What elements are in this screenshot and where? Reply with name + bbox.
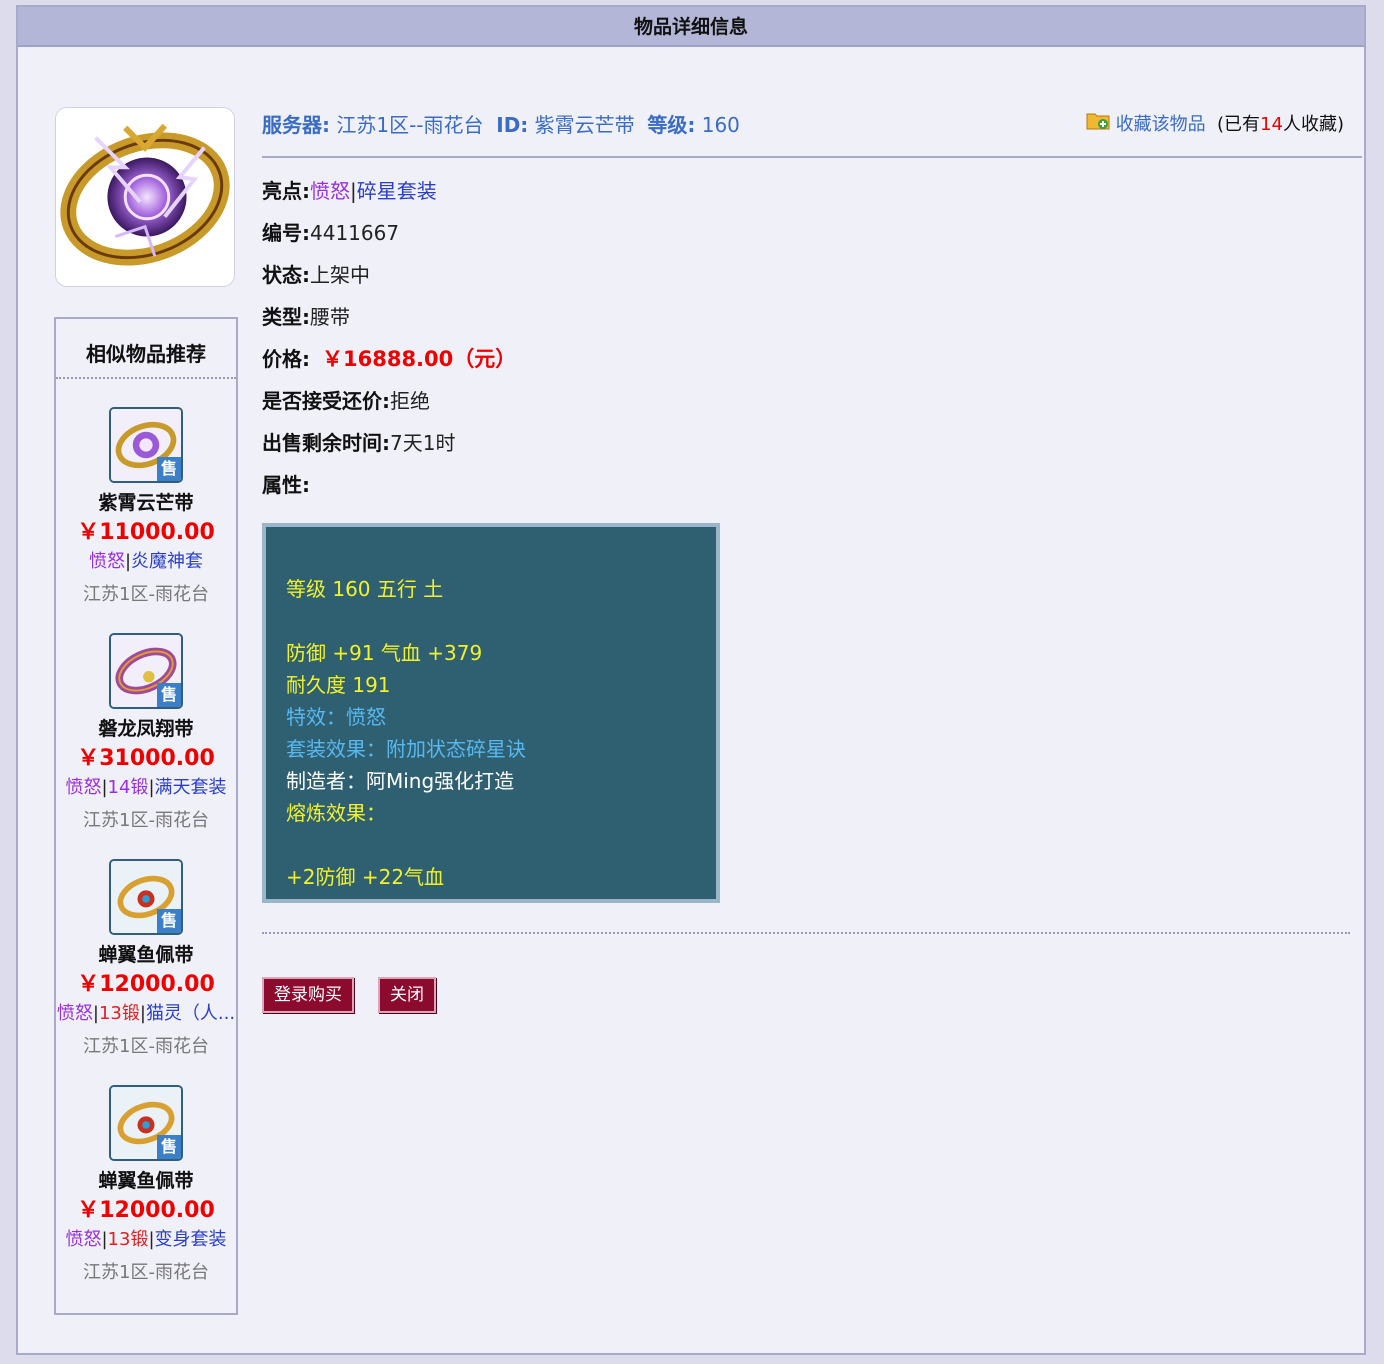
item-price: ￥12000.00 bbox=[77, 972, 215, 997]
item-header: 服务器: 江苏1区--雨花台 ID: 紫霄云芒带 等级: 160 收藏该物品 (… bbox=[262, 108, 1362, 158]
item-price: ￥31000.00 bbox=[77, 746, 215, 771]
number-row: 编号:4411667 bbox=[262, 221, 400, 245]
favorite-suffix: 人收藏) bbox=[1282, 114, 1344, 135]
item-name[interactable]: 蝉翼鱼佩带 bbox=[56, 941, 236, 969]
item-server: 江苏1区-雨花台 bbox=[83, 810, 209, 831]
attr-line: 套装效果：附加状态碎星诀 bbox=[286, 737, 526, 761]
item-name[interactable]: 蝉翼鱼佩带 bbox=[56, 1167, 236, 1195]
price-row: 价格: ￥16888.00（元） bbox=[262, 347, 517, 371]
belt-item-icon[interactable]: 售 bbox=[109, 859, 183, 935]
highlight-tag[interactable]: 碎星套装 bbox=[357, 179, 437, 203]
list-item[interactable]: 售 蝉翼鱼佩带 ￥12000.00 愤怒|13锻|猫灵（人... 江苏1区-雨花… bbox=[56, 859, 236, 1059]
item-tags: 愤怒|13锻|猫灵（人... bbox=[56, 1003, 236, 1024]
item-tags: 愤怒|炎魔神套 bbox=[88, 551, 204, 572]
item-details: 亮点:愤怒|碎星套装 编号:4411667 状态:上架中 类型:腰带 价格: ￥1… bbox=[262, 170, 962, 506]
attributes-row: 属性: bbox=[262, 473, 310, 497]
status-row: 状态:上架中 bbox=[262, 263, 370, 287]
attr-line: 等级 160 五行 土 bbox=[286, 577, 444, 601]
similar-items-panel: 相似物品推荐 售 紫霄云芒带 ￥11000.00 愤怒|炎魔神套 江苏1区-雨花… bbox=[54, 317, 238, 1315]
id-value: 紫霄云芒带 bbox=[534, 113, 635, 137]
item-server: 江苏1区-雨花台 bbox=[83, 1262, 209, 1283]
id-label: ID: bbox=[496, 113, 529, 137]
similar-items-title: 相似物品推荐 bbox=[56, 319, 236, 379]
favorite-prefix: (已有 bbox=[1217, 114, 1261, 135]
remaining-time-row: 出售剩余时间:7天1时 bbox=[262, 431, 456, 455]
sale-badge: 售 bbox=[157, 1135, 181, 1159]
item-name[interactable]: 紫霄云芒带 bbox=[56, 489, 236, 517]
belt-item-icon[interactable]: 售 bbox=[109, 633, 183, 709]
level-label: 等级: bbox=[647, 113, 696, 137]
sale-badge: 售 bbox=[157, 457, 181, 481]
type-row: 类型:腰带 bbox=[262, 305, 350, 329]
item-tags: 愤怒|13锻|变身套装 bbox=[65, 1229, 227, 1250]
highlight-row: 亮点:愤怒|碎星套装 bbox=[262, 179, 437, 203]
list-item[interactable]: 售 蝉翼鱼佩带 ￥12000.00 愤怒|13锻|变身套装 江苏1区-雨花台 bbox=[56, 1085, 236, 1285]
list-item[interactable]: 售 磐龙凤翔带 ￥31000.00 愤怒|14锻|满天套装 江苏1区-雨花台 bbox=[56, 633, 236, 833]
sale-badge: 售 bbox=[157, 683, 181, 707]
list-item[interactable]: 售 紫霄云芒带 ￥11000.00 愤怒|炎魔神套 江苏1区-雨花台 bbox=[56, 407, 236, 607]
item-name[interactable]: 磐龙凤翔带 bbox=[56, 715, 236, 743]
attr-line: 制造者：阿Ming强化打造 bbox=[286, 769, 515, 793]
item-price: ￥11000.00 bbox=[77, 520, 215, 545]
item-tags: 愤怒|14锻|满天套装 bbox=[65, 777, 227, 798]
level-value: 160 bbox=[701, 113, 740, 137]
attributes-box: 等级 160 五行 土 防御 +91 气血 +379 耐久度 191 特效：愤怒… bbox=[262, 523, 720, 903]
folder-add-icon[interactable] bbox=[1086, 108, 1110, 142]
server-value: 江苏1区--雨花台 bbox=[336, 113, 484, 137]
attr-line: 耐久度 191 bbox=[286, 673, 391, 697]
item-server: 江苏1区-雨花台 bbox=[83, 1036, 209, 1057]
attr-line: 熔炼效果： bbox=[286, 801, 386, 825]
belt-item-icon[interactable]: 售 bbox=[109, 407, 183, 483]
server-label: 服务器: bbox=[262, 113, 330, 137]
divider bbox=[262, 932, 1350, 934]
sale-badge: 售 bbox=[157, 909, 181, 933]
login-buy-button[interactable]: 登录购买 bbox=[262, 977, 354, 1013]
favorite-link[interactable]: 收藏该物品 bbox=[1116, 114, 1206, 135]
close-button[interactable]: 关闭 bbox=[378, 977, 436, 1013]
attr-line: 防御 +91 气血 +379 bbox=[286, 641, 483, 665]
favorite-count: 14 bbox=[1260, 114, 1283, 135]
attr-line: 特效：愤怒 bbox=[286, 705, 386, 729]
favorite-area: 收藏该物品 (已有14人收藏) bbox=[1086, 108, 1344, 142]
attr-line: +2防御 +22气血 bbox=[286, 865, 445, 889]
page-title: 物品详细信息 bbox=[18, 7, 1364, 47]
highlight-tag[interactable]: 愤怒 bbox=[310, 179, 350, 203]
item-price: ￥12000.00 bbox=[77, 1198, 215, 1223]
price-value: ￥16888.00（元） bbox=[322, 347, 517, 371]
bargain-row: 是否接受还价:拒绝 bbox=[262, 389, 430, 413]
belt-item-icon bbox=[55, 107, 235, 287]
item-server: 江苏1区-雨花台 bbox=[83, 584, 209, 605]
belt-item-icon[interactable]: 售 bbox=[109, 1085, 183, 1161]
